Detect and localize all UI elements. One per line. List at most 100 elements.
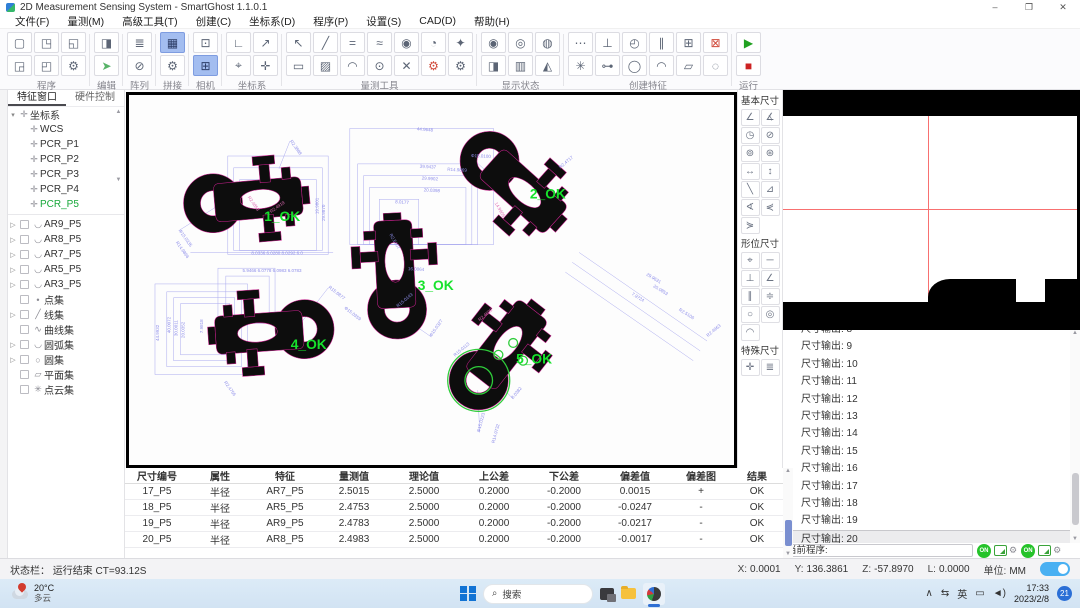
dim-angle-button[interactable]: ∢ (741, 199, 760, 216)
dim-height-button[interactable]: ↕ (761, 163, 780, 180)
tree-scrollbar[interactable]: ▲▼ (114, 109, 123, 183)
log-item[interactable]: 尺寸输出: 11 (783, 373, 1080, 390)
select-template-button[interactable]: ◰ (34, 55, 59, 76)
tray-sync-icon[interactable]: ⇆ (941, 588, 949, 599)
tree-node-线集[interactable]: ▷╱线集 (8, 307, 124, 322)
table-scrollbar[interactable]: ▲▼ (783, 468, 793, 558)
camera-grid-button[interactable]: ⊞ (193, 55, 218, 76)
log-item[interactable]: 尺寸输出: 17 (783, 478, 1080, 495)
menu-帮助H[interactable]: 帮助(H) (465, 14, 519, 29)
log-item[interactable]: 尺寸输出: 19 (783, 512, 1080, 529)
dim-roundness-button[interactable]: ○ (741, 306, 760, 323)
table-row[interactable]: 17_P5半径AR7_P52.50152.50000.2000-0.20000.… (125, 484, 783, 500)
stitch-button[interactable]: ▦ (160, 32, 185, 53)
log-item[interactable]: 尺寸输出: 9 (783, 338, 1080, 355)
create-circle-button[interactable]: ◯ (622, 55, 647, 76)
clock-widget[interactable]: 17:33 2023/2/8 (1014, 583, 1049, 604)
coord-align-button[interactable]: ✛ (253, 55, 278, 76)
dim-position-button[interactable]: ⌖ (741, 252, 760, 269)
create-rect-button[interactable]: ⊞ (676, 32, 701, 53)
step-run-button[interactable]: ➤ (94, 55, 119, 76)
run-button[interactable]: ▶ (736, 32, 761, 53)
curve-tool-button[interactable]: ≈ (367, 32, 392, 53)
tree-node-曲线集[interactable]: ∿曲线集 (8, 322, 124, 337)
dim-compound-button[interactable]: ⋟ (741, 217, 760, 234)
create-scan-circle-button[interactable]: ◴ (622, 32, 647, 53)
visibility-checkbox[interactable] (20, 295, 29, 304)
create-roi-button[interactable]: ⊠ (703, 32, 728, 53)
array-off-button[interactable]: ⊘ (127, 55, 152, 76)
dim-radius-button[interactable]: ⊘ (761, 127, 780, 144)
calibration-button[interactable]: ⚙ (448, 55, 473, 76)
create-line-button[interactable]: ⊶ (595, 55, 620, 76)
dim-circle-circle-button[interactable]: ⊛ (761, 145, 780, 162)
stitch-settings-button[interactable]: ⚙ (160, 55, 185, 76)
dim-triangle-button[interactable]: ⊿ (761, 181, 780, 198)
start-button[interactable] (460, 586, 476, 602)
create-burst-point-button[interactable]: ✳ (568, 55, 593, 76)
save-program-button[interactable]: ◱ (61, 32, 86, 53)
log-item[interactable]: 尺寸输出: 18 (783, 495, 1080, 512)
log-item[interactable]: 尺寸输出: 15 (783, 443, 1080, 460)
camera1-on-badge[interactable]: ON (977, 544, 991, 558)
smartghost-app-button[interactable] (643, 583, 665, 605)
dim-circle-line-button[interactable]: ⊚ (741, 145, 760, 162)
dim-straightness-button[interactable]: ─ (761, 252, 780, 269)
unit-toggle[interactable] (1040, 562, 1070, 576)
tree-node-AR9_P5[interactable]: ▷◡AR9_P5 (8, 217, 124, 232)
visibility-checkbox[interactable] (20, 385, 29, 394)
show-dims-toggle[interactable]: ◎ (508, 32, 533, 53)
input-language-indicator[interactable]: 英 (957, 586, 967, 601)
log-scrollbar-thumb[interactable] (1072, 473, 1079, 525)
camera-capture-button[interactable]: ⊡ (193, 32, 218, 53)
menu-坐标系D[interactable]: 坐标系(D) (240, 14, 304, 29)
line-tool-button[interactable]: ╱ (313, 32, 338, 53)
current-program-input[interactable]: 当前程序: (783, 544, 973, 557)
table-row[interactable]: 19_P5半径AR9_P52.47832.50000.2000-0.2000-0… (125, 516, 783, 532)
log-scrollbar[interactable]: ▲▼ (1070, 330, 1080, 543)
file-explorer-button[interactable] (621, 588, 636, 599)
create-point-button[interactable]: ⋯ (568, 32, 593, 53)
image-edit-button[interactable]: ◨ (94, 32, 119, 53)
search-box[interactable]: ⌕搜索 (483, 584, 593, 604)
tree-node-WCS[interactable]: ✛WCS (8, 122, 124, 137)
tree-node-PCR_P2[interactable]: ✛PCR_P2 (8, 152, 124, 167)
notification-badge[interactable]: 21 (1057, 586, 1072, 601)
wrench-tool-button[interactable]: ✕ (394, 55, 419, 76)
menu-量测M[interactable]: 量测(M) (58, 14, 113, 29)
table-row[interactable]: 20_P5半径AR8_P52.49832.50000.2000-0.2000-0… (125, 532, 783, 548)
tree-node-AR3_P5[interactable]: ▷◡AR3_P5 (8, 277, 124, 292)
log-item[interactable]: 尺寸输出: 20 (783, 530, 1080, 543)
rect-tool-button[interactable]: ▭ (286, 55, 311, 76)
probe-tool-button[interactable]: ✦ (448, 32, 473, 53)
menu-设置S[interactable]: 设置(S) (357, 14, 410, 29)
view-3d-toggle[interactable]: ◭ (535, 55, 560, 76)
coord-create-button[interactable]: ∟ (226, 32, 251, 53)
program-settings-button[interactable]: ⚙ (61, 55, 86, 76)
tool-settings-button[interactable]: ⚙ (421, 55, 446, 76)
tree-node-圆集[interactable]: ▷○圆集 (8, 352, 124, 367)
stop-button[interactable]: ■ (736, 55, 761, 76)
edit-program-button[interactable]: ◲ (7, 55, 32, 76)
visibility-checkbox[interactable] (20, 265, 29, 274)
tree-node-平面集[interactable]: ▱平面集 (8, 367, 124, 382)
dimension-output-log[interactable]: 尺寸输出: 8尺寸输出: 9尺寸输出: 10尺寸输出: 11尺寸输出: 12尺寸… (783, 330, 1080, 543)
tree-node-PCR_P1[interactable]: ✛PCR_P1 (8, 137, 124, 152)
image-save-icon[interactable] (994, 545, 1007, 556)
log-item[interactable]: 尺寸输出: 10 (783, 356, 1080, 373)
tree-node-点集[interactable]: •点集 (8, 292, 124, 307)
visibility-checkbox[interactable] (20, 355, 29, 364)
dim-angularity-button[interactable]: ∠ (761, 270, 780, 287)
camera-view[interactable] (783, 90, 1080, 330)
visibility-checkbox[interactable] (20, 340, 29, 349)
dim-profile-button[interactable]: ⋞ (761, 199, 780, 216)
tray-screen-icon[interactable]: ▭ (975, 588, 984, 599)
dim-concentricity-button[interactable]: ◎ (761, 306, 780, 323)
dim-parallelism-button[interactable]: ∥ (741, 288, 760, 305)
show-labels-toggle[interactable]: ◍ (535, 32, 560, 53)
weather-widget[interactable]: 20°C 多云 (10, 584, 54, 602)
special-dim-list-button[interactable]: ≣ (761, 359, 780, 376)
circle-tool-button[interactable]: ◉ (394, 32, 419, 53)
minimize-button[interactable]: – (978, 0, 1012, 14)
menu-创建C[interactable]: 创建(C) (187, 14, 241, 29)
